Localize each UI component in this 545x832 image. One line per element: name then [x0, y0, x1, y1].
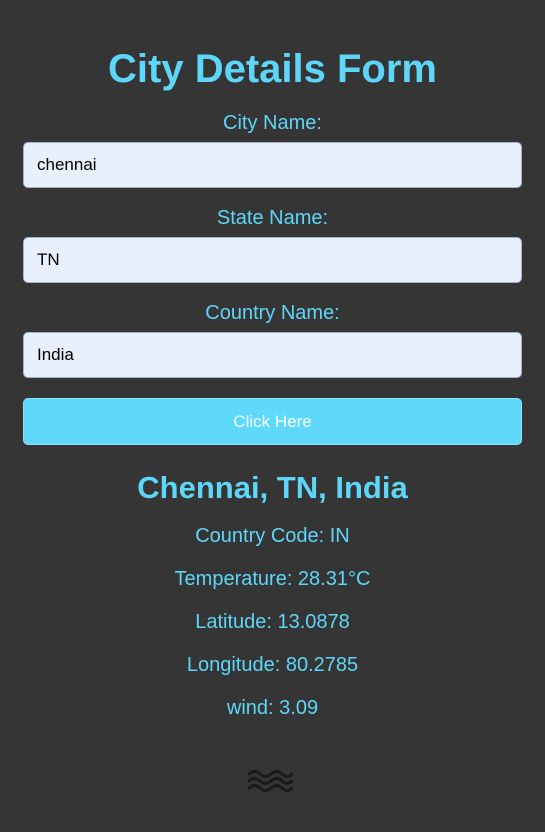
country-name-input[interactable]	[23, 332, 522, 378]
state-name-label: State Name:	[216, 207, 329, 229]
city-details-app: City Details Form City Name: State Name:…	[23, 0, 522, 720]
country-name-label: Country Name:	[205, 302, 340, 324]
weather-result: Chennai, TN, India Country Code: IN Temp…	[23, 470, 522, 720]
wind-text: wind: 3.09	[226, 697, 319, 719]
submit-button[interactable]: Click Here	[23, 398, 522, 445]
country-code-text: Country Code: IN	[195, 525, 350, 547]
city-name-label: City Name:	[223, 112, 322, 134]
page-title: City Details Form	[108, 47, 437, 91]
location-heading: Chennai, TN, India	[137, 470, 408, 505]
haze-icon	[247, 770, 293, 792]
latitude-text: Latitude: 13.0878	[195, 611, 350, 633]
temperature-text: Temperature: 28.31°C	[174, 568, 371, 590]
state-name-input[interactable]	[23, 237, 522, 283]
city-name-input[interactable]	[23, 142, 522, 188]
longitude-text: Longitude: 80.2785	[186, 654, 359, 676]
